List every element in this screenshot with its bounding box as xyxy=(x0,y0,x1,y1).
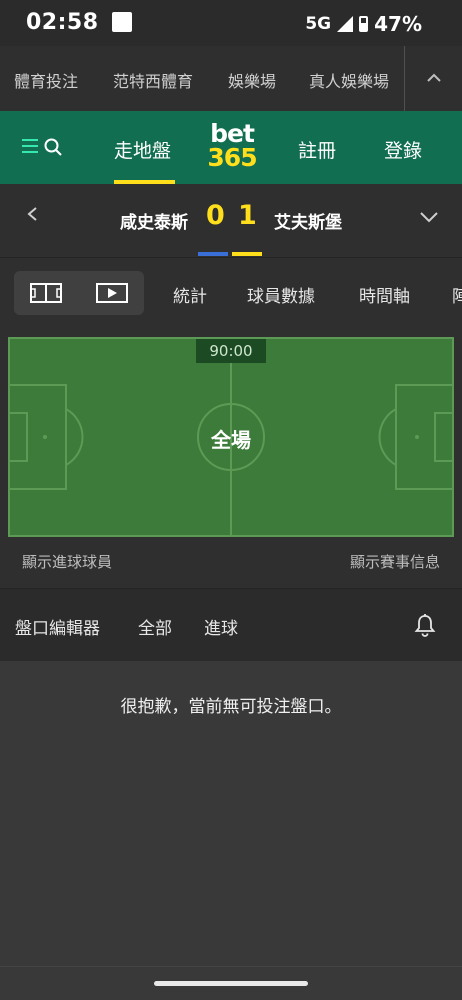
login-button[interactable]: 登錄 xyxy=(384,136,422,163)
pitch-view-icon[interactable] xyxy=(30,283,62,303)
away-team-name: 艾夫斯堡 xyxy=(274,213,342,233)
chevron-down-icon[interactable] xyxy=(419,210,439,224)
network-type: 5G xyxy=(305,14,332,34)
away-kit-color xyxy=(232,252,262,256)
chevron-left-icon[interactable] xyxy=(26,207,40,221)
tab-lineups[interactable]: 陣 xyxy=(452,282,462,307)
category-casino[interactable]: 娛樂場 xyxy=(228,68,276,92)
home-kit-color xyxy=(198,252,228,256)
notification-icon xyxy=(112,12,132,32)
filter-goals[interactable]: 進球 xyxy=(204,614,238,639)
filter-all[interactable]: 全部 xyxy=(138,614,172,639)
tab-in-play[interactable]: 走地盤 xyxy=(114,136,171,163)
tab-stats[interactable]: 統計 xyxy=(173,282,207,307)
category-sports[interactable]: 體育投注 xyxy=(14,68,78,92)
tab-timeline[interactable]: 時間軸 xyxy=(359,282,410,307)
status-time: 02:58 xyxy=(26,10,99,35)
away-score: 1 xyxy=(238,200,257,231)
match-header xyxy=(0,184,462,258)
video-icon[interactable] xyxy=(96,283,128,303)
home-indicator[interactable] xyxy=(154,981,308,986)
category-live-casino[interactable]: 真人娛樂場 xyxy=(309,68,391,92)
signal-icon xyxy=(337,16,354,32)
home-team-name: 咸史泰斯 xyxy=(120,213,188,233)
tab-player-stats[interactable]: 球員數據 xyxy=(247,282,315,307)
show-scorers-link[interactable]: 顯示進球球員 xyxy=(22,551,112,572)
match-timer: 90:00 xyxy=(196,339,266,363)
bet365-logo[interactable]: bet 365 xyxy=(205,121,259,172)
divider xyxy=(404,46,405,111)
no-markets-message: 很抱歉，當前無可投注盤口。 xyxy=(120,697,342,717)
match-status: 全場 xyxy=(211,428,251,452)
status-bar: 02:58 5G 47% xyxy=(0,0,462,46)
status-indicators: 5G 47% xyxy=(305,12,422,36)
battery-level: 47% xyxy=(374,12,422,36)
market-editor-button[interactable]: 盤口編輯器 xyxy=(15,614,100,639)
category-fantasy[interactable]: 范特西體育 xyxy=(113,68,193,92)
battery-icon xyxy=(359,16,369,32)
divider xyxy=(0,966,462,967)
home-score: 0 xyxy=(206,200,225,231)
chevron-up-icon[interactable] xyxy=(420,64,448,92)
category-nav: 體育投注 范特西體育 娛樂場 真人娛樂場 xyxy=(0,46,462,112)
menu-icon[interactable] xyxy=(22,139,38,155)
register-button[interactable]: 註冊 xyxy=(298,136,336,163)
search-icon[interactable] xyxy=(44,138,62,156)
bell-icon[interactable] xyxy=(414,613,436,637)
show-match-info-link[interactable]: 顯示賽事信息 xyxy=(350,551,440,572)
